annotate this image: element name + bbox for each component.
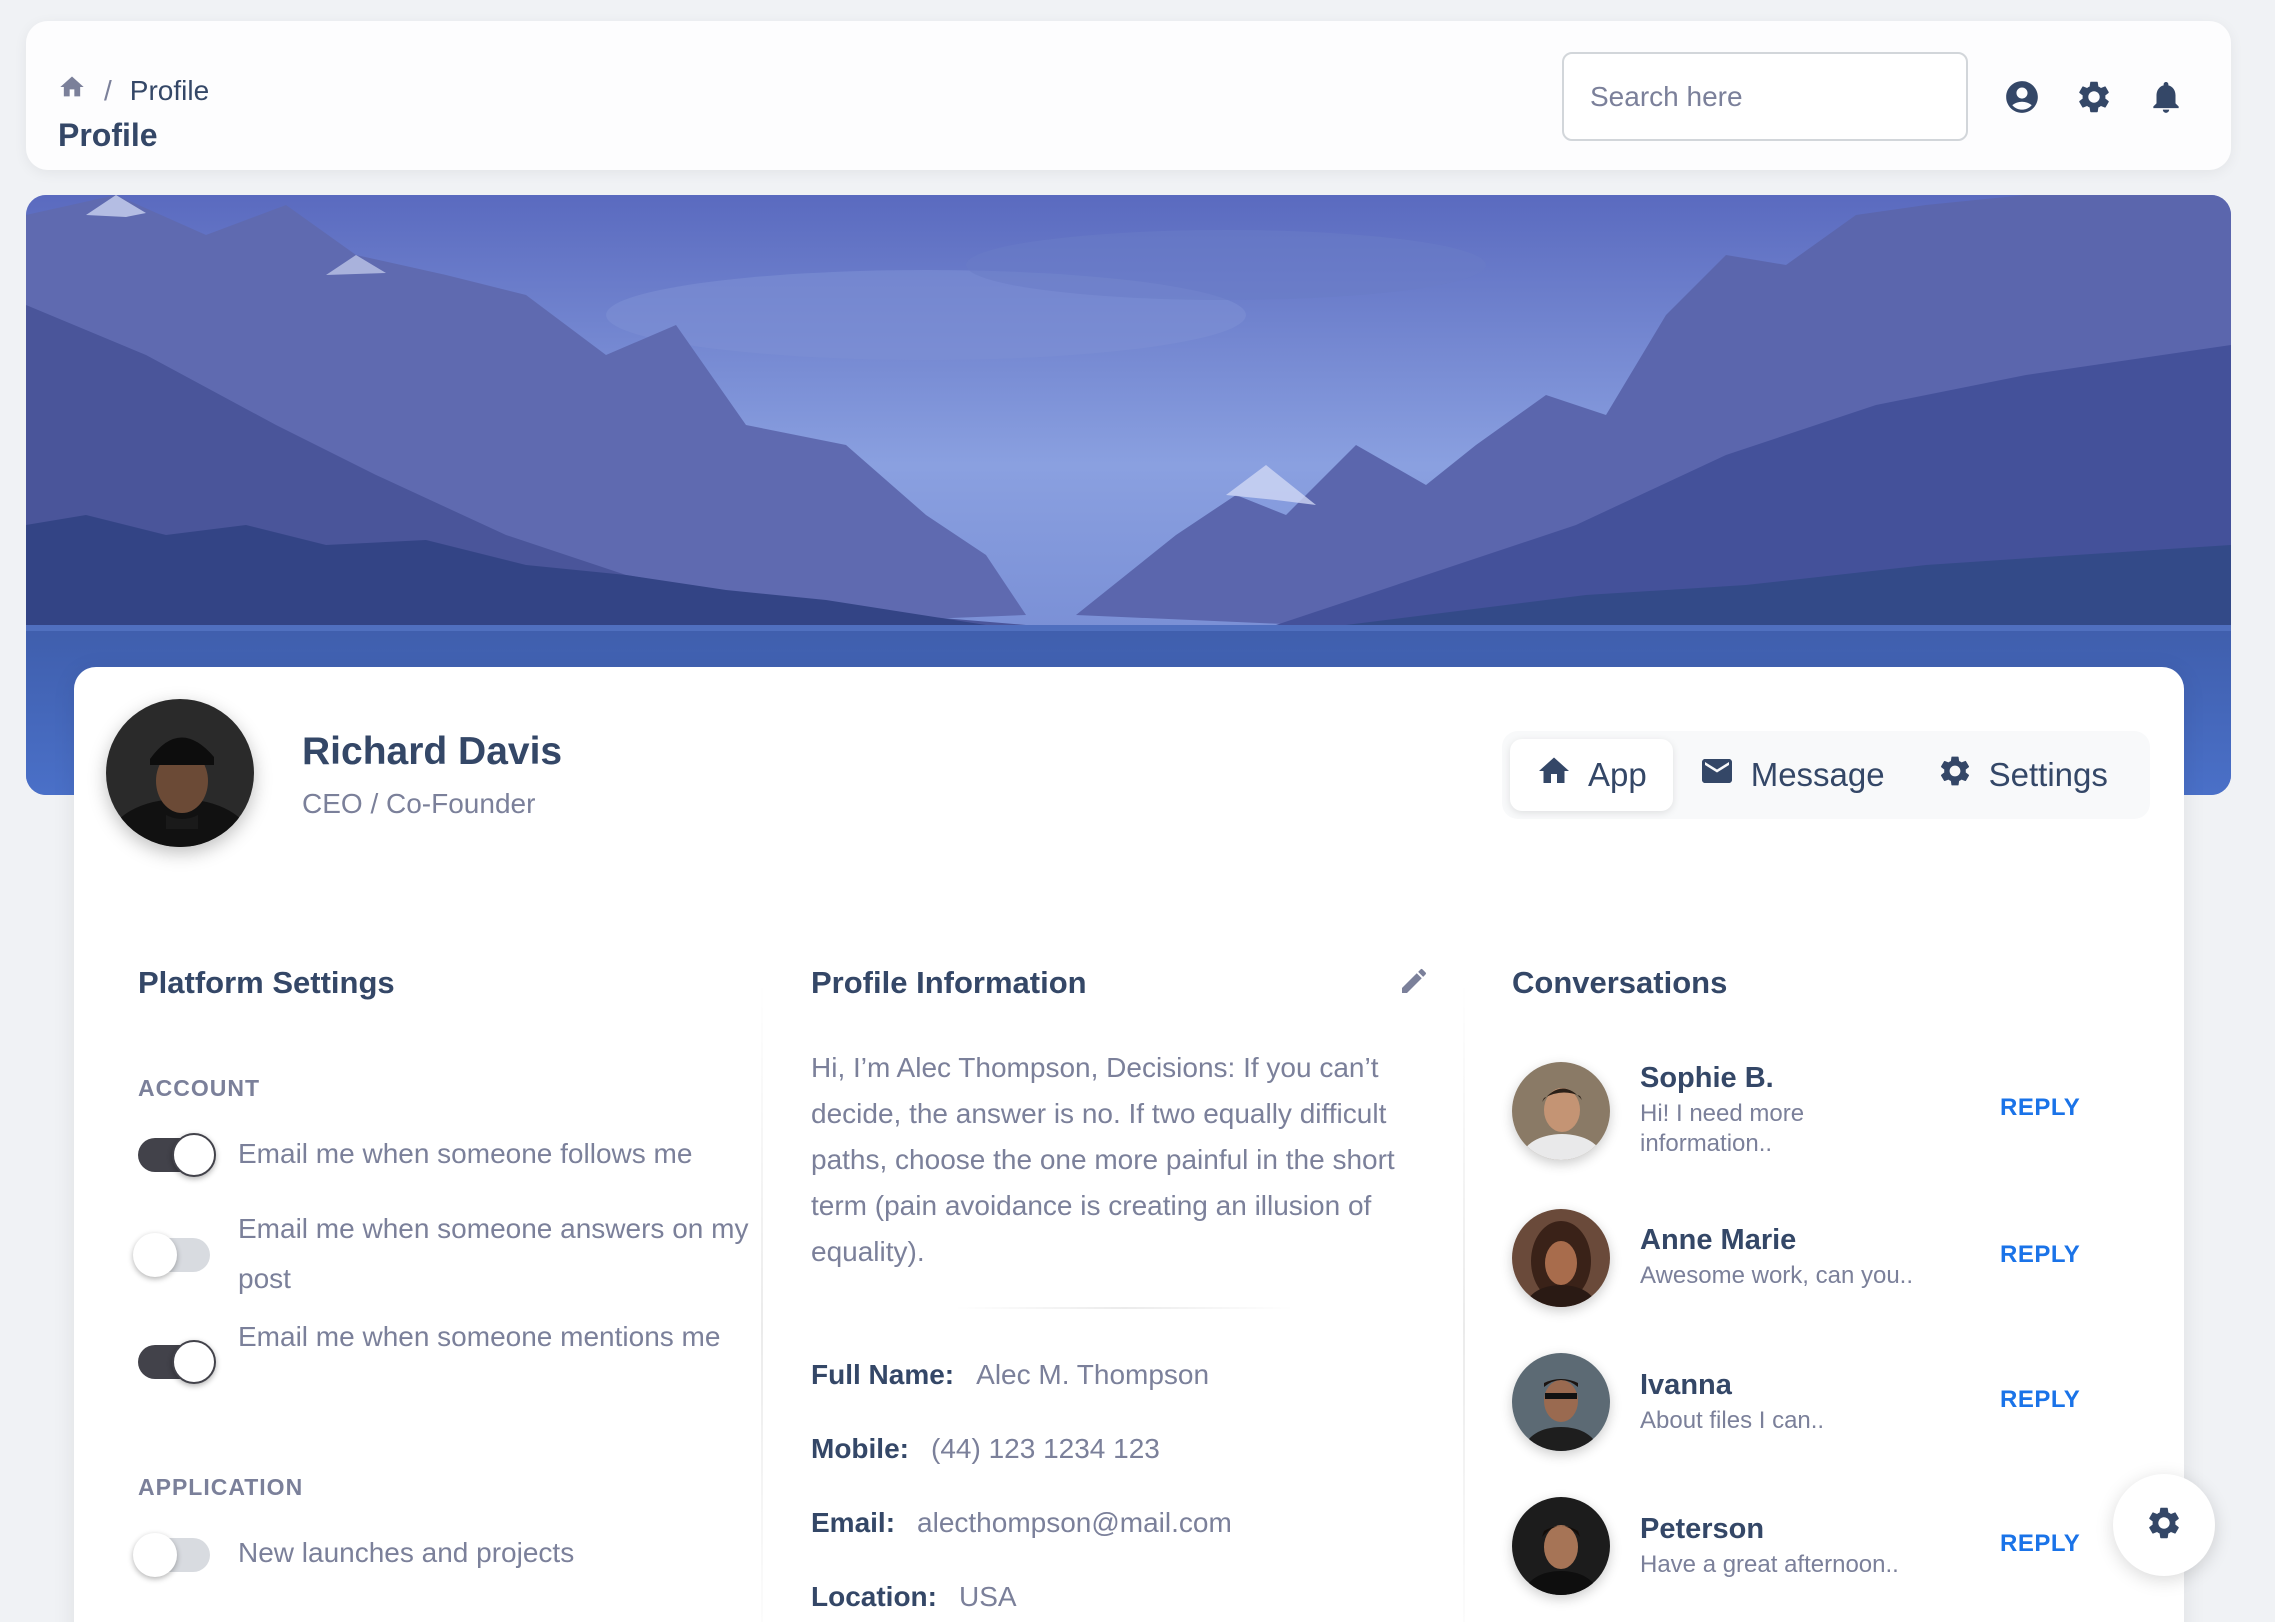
account-circle-icon[interactable] (2003, 78, 2041, 116)
edit-icon[interactable] (1398, 965, 1430, 997)
application-group-label: APPLICATION (138, 1474, 304, 1500)
conversation-message: Have a great afternoon.. (1640, 1551, 1899, 1578)
home-icon (1536, 753, 1572, 797)
info-value: alecthompson@mail.com (917, 1507, 1232, 1538)
toggle-follows[interactable] (138, 1133, 216, 1177)
profile-information-title: Profile Information (811, 965, 1087, 1000)
setting-label-mentions: Email me when someone mentions me (238, 1321, 721, 1352)
tab-message-label: Message (1750, 756, 1885, 793)
avatar (1512, 1353, 1610, 1451)
conversation-message: Awesome work, can you.. (1640, 1262, 1914, 1289)
avatar (1512, 1062, 1610, 1160)
tab-settings-label: Settings (1988, 756, 2108, 793)
page-title: Profile (58, 117, 158, 153)
settings-icon (1937, 753, 1973, 797)
conversation-name: Sophie B. (1640, 1062, 1774, 1094)
settings-icon[interactable] (2075, 78, 2113, 116)
home-icon[interactable] (58, 73, 86, 108)
info-key: Mobile: (811, 1433, 909, 1464)
settings-icon (2145, 1504, 2183, 1547)
info-value: Alec M. Thompson (976, 1359, 1210, 1390)
configurator-button[interactable] (2113, 1474, 2215, 1576)
toggle-mentions[interactable] (138, 1340, 216, 1384)
toggle-knob (133, 1233, 177, 1277)
conversation-message: About files I can.. (1640, 1407, 1825, 1434)
info-row-location: Location: USA (811, 1581, 1017, 1613)
platform-settings-title: Platform Settings (138, 965, 395, 1000)
conversation-message: Hi! I need more information.. (1640, 1100, 1805, 1157)
reply-button[interactable]: REPLY (2000, 1530, 2080, 1558)
top-navbar: / Profile Profile (26, 21, 2231, 170)
tab-message[interactable]: Message (1673, 739, 1911, 811)
info-key: Full Name: (811, 1359, 955, 1390)
conversation-name: Ivanna (1640, 1369, 1732, 1401)
info-key: Email: (811, 1507, 896, 1538)
info-row-mobile: Mobile: (44) 123 1234 123 (811, 1433, 1160, 1465)
toggle-knob (172, 1133, 216, 1177)
conversation-name: Anne Marie (1640, 1224, 1797, 1256)
profile-tabs: App Message Settings (1502, 731, 2150, 819)
search-input[interactable] (1562, 52, 1968, 141)
info-value: USA (959, 1581, 1017, 1612)
info-divider (954, 1307, 1294, 1309)
avatar (1512, 1209, 1610, 1307)
notifications-icon[interactable] (2147, 78, 2185, 116)
conversation-name: Peterson (1640, 1513, 1765, 1545)
profile-name: Richard Davis (302, 730, 563, 773)
profile-bio: Hi, I’m Alec Thompson, Decisions: If you… (811, 1052, 1395, 1267)
info-key: Location: (811, 1581, 937, 1612)
avatar (1512, 1497, 1610, 1595)
breadcrumb-separator: / (104, 74, 112, 106)
reply-button[interactable]: REPLY (2000, 1094, 2080, 1122)
info-row-email: Email: alecthompson@mail.com (811, 1507, 1232, 1539)
setting-label-launches: New launches and projects (238, 1537, 575, 1568)
toggle-knob (133, 1533, 177, 1577)
tab-app-label: App (1588, 756, 1647, 793)
tab-settings[interactable]: Settings (1911, 739, 2134, 811)
toggle-answers[interactable] (133, 1233, 210, 1277)
reply-button[interactable]: REPLY (2000, 1386, 2080, 1414)
setting-label-answers: Email me when someone answers on my post (238, 1213, 749, 1294)
breadcrumb: / Profile (58, 73, 209, 108)
reply-button[interactable]: REPLY (2000, 1241, 2080, 1269)
setting-label-follows: Email me when someone follows me (238, 1138, 693, 1169)
toggle-launches[interactable] (133, 1533, 210, 1577)
profile-avatar (106, 699, 254, 847)
column-divider (761, 979, 763, 1622)
conversations-title: Conversations (1512, 965, 1728, 1000)
info-value: (44) 123 1234 123 (931, 1433, 1160, 1464)
profile-card: Richard Davis CEO / Co-Founder App Messa… (74, 667, 2184, 1622)
toggle-knob (172, 1340, 216, 1384)
profile-role: CEO / Co-Founder (302, 788, 536, 819)
column-divider (1463, 979, 1465, 1622)
info-row-full-name: Full Name: Alec M. Thompson (811, 1359, 1209, 1391)
breadcrumb-current: Profile (129, 74, 210, 106)
account-group-label: ACCOUNT (138, 1075, 260, 1101)
email-icon (1699, 753, 1735, 797)
tab-app[interactable]: App (1510, 739, 1673, 811)
